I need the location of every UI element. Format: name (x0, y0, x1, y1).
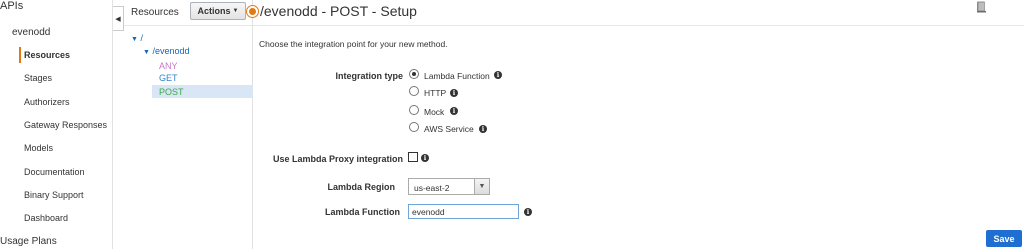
chevron-down-icon: ▼ (474, 179, 489, 194)
sidebar-item-dashboard[interactable]: Dashboard (24, 213, 68, 223)
caret-down-icon: ▼ (143, 49, 150, 56)
tree-method-any[interactable]: ANY (159, 61, 178, 71)
tree-root-label: / (140, 33, 143, 43)
info-icon[interactable]: i (450, 89, 458, 97)
book-icon[interactable] (976, 1, 987, 13)
info-icon[interactable]: i (494, 71, 502, 79)
tree-root-row[interactable]: ▼ / (131, 33, 143, 43)
intro-text: Choose the integration point for your ne… (259, 39, 448, 49)
tree-method-get[interactable]: GET (159, 73, 178, 83)
status-dot-icon (247, 6, 258, 17)
resources-header: Resources Actions ▼ (124, 0, 253, 26)
actions-label: Actions (197, 6, 231, 16)
radio-http[interactable] (409, 86, 419, 96)
nav-usage-plans[interactable]: Usage Plans (0, 236, 57, 247)
option-label-http: HTTP (424, 88, 447, 98)
info-icon[interactable]: i (450, 107, 458, 115)
proxy-integration-checkbox[interactable] (408, 152, 418, 162)
radio-aws-service[interactable] (409, 122, 419, 132)
lambda-function-input[interactable]: evenodd (408, 204, 519, 219)
option-label-mock: Mock (424, 107, 445, 117)
sidebar-item-binary-support[interactable]: Binary Support (24, 190, 84, 200)
sidebar-item-stages[interactable]: Stages (24, 73, 52, 83)
lambda-region-label: Lambda Region (327, 182, 395, 192)
method-setup-panel: /evenodd - POST - Setup Choose the integ… (247, 0, 1024, 249)
left-navigation: APIs evenodd Resources Stages Authorizer… (0, 0, 113, 249)
tree-resource-row[interactable]: ▼ /evenodd (143, 46, 190, 56)
nav-api-name[interactable]: evenodd (12, 27, 50, 38)
info-icon[interactable]: i (479, 125, 487, 133)
tree-method-post[interactable]: POST (159, 87, 184, 97)
radio-mock[interactable] (409, 105, 419, 115)
chevron-left-icon: ◀ (115, 15, 121, 23)
caret-down-icon: ▼ (131, 36, 138, 43)
caret-down-icon: ▼ (232, 8, 239, 14)
proxy-integration-label: Use Lambda Proxy integration (272, 154, 403, 164)
info-icon[interactable]: i (421, 154, 429, 162)
sidebar-item-resources[interactable]: Resources (24, 50, 70, 60)
collapse-sidebar-button[interactable]: ◀ (113, 6, 124, 31)
integration-type-label: Integration type (335, 71, 403, 81)
sidebar-item-authorizers[interactable]: Authorizers (24, 97, 70, 107)
lambda-region-value: us-east-2 (414, 183, 450, 193)
radio-lambda-function[interactable] (409, 69, 419, 79)
tree-resource-label: /evenodd (152, 46, 190, 56)
option-label-aws-service: AWS Service (424, 124, 474, 134)
resources-title: Resources (131, 7, 179, 18)
lambda-region-select[interactable]: us-east-2 ▼ (408, 178, 490, 195)
sidebar-item-documentation[interactable]: Documentation (24, 167, 85, 177)
lambda-function-label: Lambda Function (325, 207, 400, 217)
resources-panel: Resources Actions ▼ ▼ / ▼ /evenodd ANY G… (124, 0, 253, 249)
page-title: /evenodd - POST - Setup (260, 3, 417, 19)
sidebar-item-models[interactable]: Models (24, 143, 53, 153)
nav-apis-link[interactable]: APIs (0, 0, 23, 12)
save-button[interactable]: Save (986, 230, 1022, 247)
option-label-lambda-function: Lambda Function (424, 71, 490, 81)
actions-dropdown-button[interactable]: Actions ▼ (190, 2, 246, 20)
sidebar-item-gateway-responses[interactable]: Gateway Responses (24, 120, 107, 130)
info-icon[interactable]: i (524, 208, 532, 216)
title-bar: /evenodd - POST - Setup (247, 0, 1024, 26)
nav-active-indicator (19, 47, 21, 63)
